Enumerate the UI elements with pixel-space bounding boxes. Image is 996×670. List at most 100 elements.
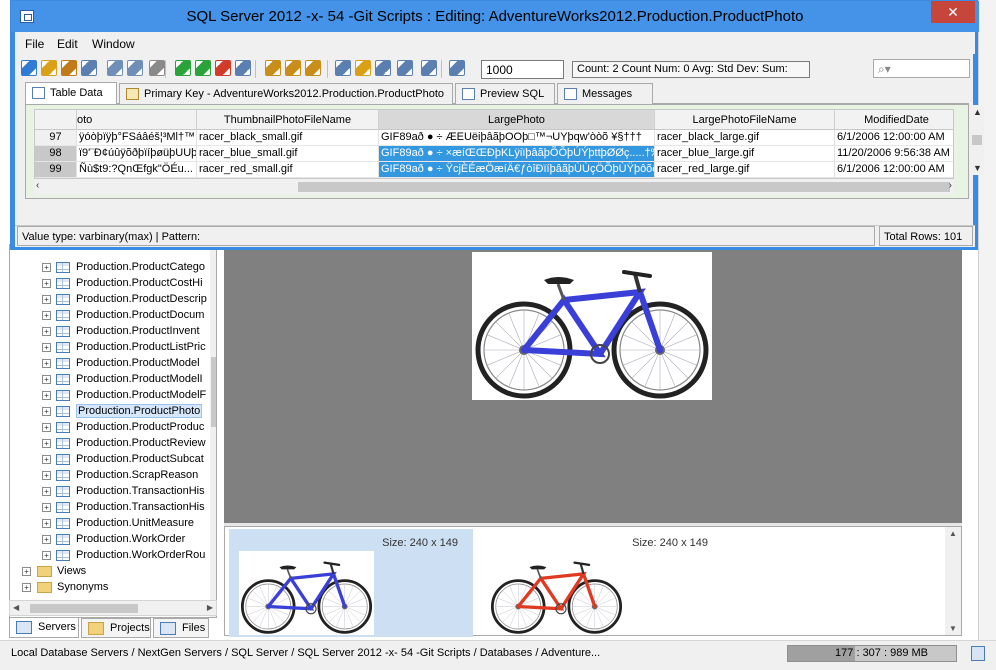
close-button[interactable]: ✕ <box>931 1 975 23</box>
expand-icon[interactable]: + <box>42 343 51 352</box>
column-header[interactable]: ThumbnailPhotoFileName <box>197 110 379 130</box>
tree-item-table[interactable]: + Production.ProductInvent <box>10 324 202 340</box>
expand-icon[interactable]: + <box>42 359 51 368</box>
expand-icon[interactable]: + <box>22 567 31 576</box>
tab-preview-sql[interactable]: Preview SQL <box>455 83 555 104</box>
tree-item-table[interactable]: + Production.ProductCostHi <box>10 276 203 292</box>
insert-row-icon[interactable] <box>195 60 211 76</box>
expand-icon[interactable]: + <box>42 423 51 432</box>
note-icon[interactable] <box>305 60 321 76</box>
calc-icon[interactable] <box>449 60 465 76</box>
sort-icon[interactable] <box>355 60 371 76</box>
scrollbar-thumb[interactable] <box>211 357 216 427</box>
grid-cell[interactable]: GIF89að ● ÷ ×æíŒŒÐþKLÿiïþâãþÕÕþÚÝþttþØØç… <box>379 146 655 162</box>
tree-item-table[interactable]: + Production.ProductProduc <box>10 420 204 436</box>
grid-cell[interactable]: racer_blue_small.gif <box>197 146 379 162</box>
tree-item-table[interactable]: + Production.UnitMeasure <box>10 516 202 532</box>
magic-wand-icon[interactable] <box>41 60 57 76</box>
undo-icon[interactable] <box>285 60 301 76</box>
expand-icon[interactable]: + <box>42 311 51 320</box>
grid-cell[interactable]: racer_red_large.gif <box>655 162 835 178</box>
scroll-up-arrow-icon[interactable]: ▲ <box>949 529 957 538</box>
grid-cell[interactable]: ÿóòþïÿþ°FSáâéš¦³Ml†™· <box>77 130 197 146</box>
scroll-down-arrow-icon[interactable]: ▼ <box>949 624 957 633</box>
stop-icon[interactable] <box>149 60 165 76</box>
scroll-right-arrow-icon[interactable]: › <box>949 180 952 191</box>
gallery-vertical-scrollbar[interactable]: ▲ ▼ <box>945 527 961 635</box>
expand-icon[interactable]: + <box>42 407 51 416</box>
tree-item-table[interactable]: + Production.WorkOrderRou <box>10 548 205 564</box>
data-grid[interactable]: oto ThumbnailPhotoFileName LargePhoto Large… <box>34 109 954 179</box>
tree-item-table[interactable]: + Production.TransactionHis <box>10 484 205 500</box>
tab-files[interactable]: Files <box>153 618 209 638</box>
expand-icon[interactable]: + <box>42 327 51 336</box>
row-number[interactable]: 98 <box>35 146 77 162</box>
grid-cell[interactable]: GIF89að ● ÷ ÆEUëiþâãþOOþ□™¬UYþqw'òòõ ¥§†… <box>379 130 655 146</box>
tree-item-table[interactable]: + Production.ScrapReason <box>10 468 202 484</box>
import-icon[interactable] <box>81 60 97 76</box>
column-header[interactable]: LargePhoto <box>379 110 655 130</box>
row-number-header[interactable] <box>35 110 77 130</box>
add-row-icon[interactable] <box>175 60 191 76</box>
grid-cell[interactable]: racer_blue_large.gif <box>655 146 835 162</box>
tree-item-table[interactable]: + Production.ProductCatego <box>10 260 205 276</box>
scroll-down-arrow-icon[interactable]: ▼ <box>973 163 982 173</box>
memory-indicator[interactable]: 177 : 307 : 989 MB <box>787 645 957 662</box>
row-number[interactable]: 99 <box>35 162 77 178</box>
tree-horizontal-scrollbar[interactable]: ◀ ▶ <box>9 600 217 616</box>
scrollbar-thumb[interactable] <box>30 604 138 613</box>
expand-icon[interactable]: + <box>42 535 51 544</box>
title-bar[interactable]: SQL Server 2012 -x- 54 -Git Scripts : Ed… <box>11 1 979 32</box>
thumbnail-card[interactable]: Size: 240 x 149 <box>229 529 473 637</box>
scroll-up-arrow-icon[interactable]: ▲ <box>973 107 982 117</box>
row-limit-input[interactable]: 1000 <box>481 60 564 79</box>
expand-icon[interactable]: + <box>42 487 51 496</box>
tree-item-table[interactable]: + Production.ProductListPric <box>10 340 206 356</box>
tree-item-table[interactable]: + Production.ProductDocum <box>10 308 204 324</box>
expand-icon[interactable]: + <box>42 279 51 288</box>
expand-icon[interactable]: + <box>42 503 51 512</box>
tree-item-table[interactable]: + Production.ProductModelF <box>10 388 206 404</box>
tree-item-table[interactable]: + Production.ProductModelI <box>10 372 203 388</box>
expand-icon[interactable]: + <box>42 551 51 560</box>
tree-item-table[interactable]: + Production.ProductSubcat <box>10 452 204 468</box>
expand-icon[interactable]: + <box>42 391 51 400</box>
column-header[interactable]: LargePhotoFileName <box>655 110 835 130</box>
tab-table-data[interactable]: Table Data <box>25 82 117 105</box>
row-number[interactable]: 97 <box>35 130 77 146</box>
scrollbar-thumb[interactable] <box>972 135 982 145</box>
copy-icon[interactable] <box>107 60 123 76</box>
menu-edit[interactable]: Edit <box>57 37 78 51</box>
tree-item-table[interactable]: + Production.ProductDescrip <box>10 292 207 308</box>
grid-cell[interactable]: racer_black_large.gif <box>655 130 835 146</box>
layout-icon[interactable] <box>421 60 437 76</box>
scroll-left-arrow-icon[interactable]: ◀ <box>13 603 19 612</box>
expand-icon[interactable]: + <box>42 263 51 272</box>
tree-item-table[interactable]: + Production.ProductModel <box>10 356 202 372</box>
object-tree[interactable]: + Production.ProductCatego + Production.Pro… <box>9 244 217 618</box>
expand-icon[interactable]: + <box>42 439 51 448</box>
filter-icon[interactable] <box>335 60 351 76</box>
tree-item-table[interactable]: + Production.TransactionHis <box>10 500 205 516</box>
clear-icon[interactable] <box>235 60 251 76</box>
scroll-right-arrow-icon[interactable]: ▶ <box>207 603 213 612</box>
expand-icon[interactable]: + <box>42 455 51 464</box>
column-header[interactable]: ModifiedDate <box>835 110 953 130</box>
expand-icon[interactable]: + <box>22 583 31 592</box>
tab-messages[interactable]: Messages <box>557 83 653 104</box>
grid-cell[interactable]: racer_black_small.gif <box>197 130 379 146</box>
grid-cell[interactable]: 6/1/2006 12:00:00 AM <box>835 130 953 146</box>
columns-icon[interactable] <box>397 60 413 76</box>
scroll-left-arrow-icon[interactable]: ‹ <box>36 180 39 191</box>
print-icon[interactable] <box>127 60 143 76</box>
menu-file[interactable]: File <box>25 37 44 51</box>
edit-icon[interactable] <box>265 60 281 76</box>
grid-cell[interactable]: racer_red_small.gif <box>197 162 379 178</box>
search-input[interactable]: ⌕▾ <box>873 59 970 78</box>
expand-icon[interactable]: + <box>42 295 51 304</box>
tree-item-folder[interactable]: + Views <box>10 564 202 580</box>
column-header[interactable]: oto <box>77 110 197 130</box>
tree-vertical-scrollbar[interactable] <box>210 245 216 617</box>
thumbnail-card[interactable]: Size: 240 x 149 <box>479 529 723 637</box>
tab-servers[interactable]: Servers <box>9 618 79 638</box>
